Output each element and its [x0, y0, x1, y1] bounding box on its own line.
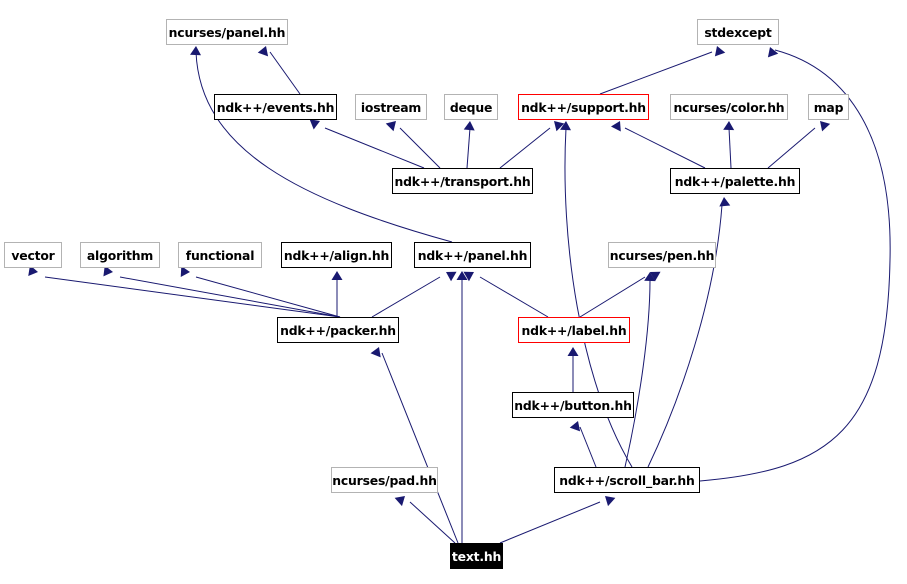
edge-label-to-panel — [479, 276, 549, 318]
node-label-algorithm: algorithm — [86, 247, 154, 263]
arrowhead-text-to-scroll_bar — [605, 496, 616, 507]
node-label-vector: vector — [11, 247, 55, 263]
arrowhead-palette-to-support — [611, 121, 621, 132]
node-support[interactable]: ndk++/support.hh — [518, 94, 649, 120]
node-panel[interactable]: ndk++/panel.hh — [414, 242, 531, 268]
node-label-ncurses_panel: ncurses/panel.hh — [168, 24, 286, 40]
node-scroll_bar[interactable]: ndk++/scroll_bar.hh — [554, 467, 700, 493]
node-label-ncurses_color: ncurses/color.hh — [673, 99, 785, 115]
node-stdexcept[interactable]: stdexcept — [697, 19, 779, 45]
node-algorithm[interactable]: algorithm — [80, 242, 160, 268]
edge-palette-to-ncurses_color — [728, 127, 732, 169]
node-label-panel: ndk++/panel.hh — [417, 247, 528, 263]
arrowhead-support-to-stdexcept — [714, 46, 726, 57]
node-label-label: ndk++/label.hh — [521, 322, 627, 338]
arrowhead-events-to-ncurses_panel — [257, 46, 269, 57]
edge-text-to-scroll_bar — [499, 501, 601, 544]
node-transport[interactable]: ndk++/transport.hh — [392, 168, 533, 194]
arrowhead-button-to-label — [567, 347, 579, 356]
arrowhead-scroll_bar-to-palette — [719, 197, 731, 207]
edge-panel-to-ncurses_panel — [195, 51, 453, 243]
node-iostream[interactable]: iostream — [355, 94, 427, 120]
node-ncurses_color[interactable]: ncurses/color.hh — [670, 94, 788, 120]
edge-scroll_bar-to-ncurses_pen — [624, 279, 651, 468]
node-label-ncurses_pen: ncurses/pen.hh — [609, 247, 715, 263]
node-label-transport: ndk++/transport.hh — [394, 173, 531, 189]
edge-palette-to-map — [767, 127, 816, 169]
edge-text-to-ncurses_pad — [409, 501, 456, 544]
node-map[interactable]: map — [808, 94, 849, 120]
node-label-text: text.hh — [451, 548, 502, 564]
node-palette[interactable]: ndk++/palette.hh — [670, 168, 800, 194]
arrowhead-packer-to-panel — [446, 271, 457, 282]
arrowhead-scroll_bar-to-button — [569, 421, 581, 432]
node-events[interactable]: ndk++/events.hh — [214, 94, 337, 120]
node-ncurses_pen[interactable]: ncurses/pen.hh — [608, 242, 716, 268]
arrowhead-text-to-packer — [370, 347, 381, 358]
node-label-packer: ndk++/packer.hh — [280, 322, 396, 338]
arrowhead-palette-to-ncurses_color — [723, 121, 735, 131]
edge-support-to-stdexcept — [599, 51, 713, 95]
arrowhead-panel-to-ncurses_panel — [190, 46, 202, 56]
node-label-button: ndk++/button.hh — [514, 397, 632, 413]
edge-text-to-packer — [381, 352, 459, 544]
include-dependency-graph: ncurses/panel.hh stdexcept ndk++/events.hh… — [0, 0, 907, 584]
node-label-events: ndk++/events.hh — [216, 99, 335, 115]
edge-scroll_bar-to-button — [579, 426, 597, 468]
edge-palette-to-support — [624, 127, 706, 169]
edge-label-to-ncurses_pen — [579, 276, 646, 318]
node-deque[interactable]: deque — [444, 94, 498, 120]
node-ncurses_pad[interactable]: ncurses/pad.hh — [331, 467, 438, 493]
node-label-stdexcept: stdexcept — [704, 24, 772, 40]
node-packer[interactable]: ndk++/packer.hh — [277, 317, 399, 343]
edge-layer — [28, 46, 891, 544]
node-label-align: ndk++/align.hh — [283, 247, 390, 263]
edge-packer-to-panel — [371, 276, 441, 318]
arrowhead-text-to-ncurses_pad — [394, 496, 405, 507]
arrowhead-label-to-panel — [463, 271, 474, 282]
node-label-palette: ndk++/palette.hh — [674, 173, 796, 189]
node-vector[interactable]: vector — [4, 242, 62, 268]
edge-packer-to-vector — [44, 276, 341, 318]
node-label-support: ndk++/support.hh — [521, 99, 646, 115]
edge-packer-to-algorithm — [119, 276, 341, 318]
arrowhead-text-to-panel — [456, 271, 468, 280]
node-label-scroll_bar: ndk++/scroll_bar.hh — [559, 472, 695, 488]
edge-transport-to-events — [324, 127, 425, 169]
node-ncurses_panel[interactable]: ncurses/panel.hh — [166, 19, 288, 45]
edge-packer-to-functional — [195, 276, 341, 318]
node-label-functional: functional — [185, 247, 255, 263]
node-align[interactable]: ndk++/align.hh — [281, 242, 392, 268]
arrowhead-label-to-ncurses_pen — [650, 271, 661, 282]
edge-transport-to-deque — [466, 127, 471, 169]
arrowhead-transport-to-deque — [463, 121, 475, 131]
arrowhead-scroll_bar-to-support — [560, 121, 572, 131]
node-label[interactable]: ndk++/label.hh — [518, 317, 630, 343]
node-functional[interactable]: functional — [178, 242, 262, 268]
node-label-deque: deque — [449, 99, 493, 115]
edge-transport-to-support — [499, 127, 551, 169]
edge-transport-to-iostream — [399, 127, 441, 169]
node-text[interactable]: text.hh — [450, 543, 503, 569]
node-label-iostream: iostream — [360, 99, 422, 115]
node-label-ncurses_pad: ncurses/pad.hh — [332, 472, 437, 488]
arrowhead-scroll_bar-to-ncurses_pen — [644, 272, 656, 282]
arrowhead-scroll_bar-to-stdexcept — [767, 47, 779, 58]
arrowhead-packer-to-align — [331, 271, 343, 280]
node-label-map: map — [813, 99, 844, 115]
node-button[interactable]: ndk++/button.hh — [512, 392, 634, 418]
edge-events-to-ncurses_panel — [269, 51, 301, 95]
